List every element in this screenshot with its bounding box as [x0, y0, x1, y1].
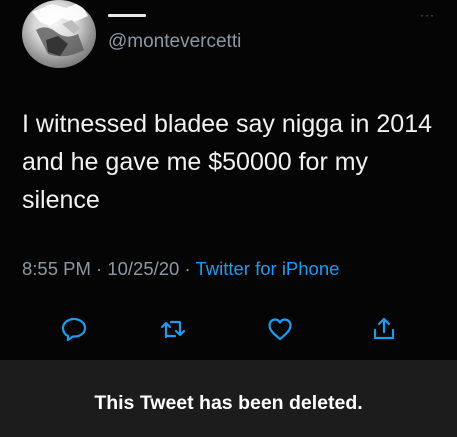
tweet-card: @montevercetti ··· I witnessed bladee sa… [0, 0, 457, 360]
tweet-text: I witnessed bladee say nigga in 2014 and… [22, 110, 433, 214]
more-options-icon[interactable]: ··· [420, 8, 435, 22]
tweet-timestamp[interactable]: 8:55 PM · 10/25/20 · [22, 258, 195, 279]
like-icon[interactable] [266, 315, 294, 343]
retweet-icon[interactable] [159, 315, 187, 343]
deleted-tweet-banner: This Tweet has been deleted. [0, 360, 457, 437]
tweet-source-link[interactable]: Twitter for iPhone [195, 258, 339, 279]
user-handle[interactable]: @montevercetti [108, 31, 241, 53]
deleted-tweet-message: This Tweet has been deleted. [94, 392, 363, 414]
share-icon[interactable] [370, 315, 398, 343]
display-name-redacted [108, 14, 146, 17]
avatar[interactable] [22, 0, 96, 68]
reply-icon[interactable] [60, 315, 88, 343]
tweet-metadata: 8:55 PM · 10/25/20 · Twitter for iPhone [22, 258, 339, 280]
avatar-image [32, 2, 88, 57]
tweet-actions [0, 315, 457, 347]
